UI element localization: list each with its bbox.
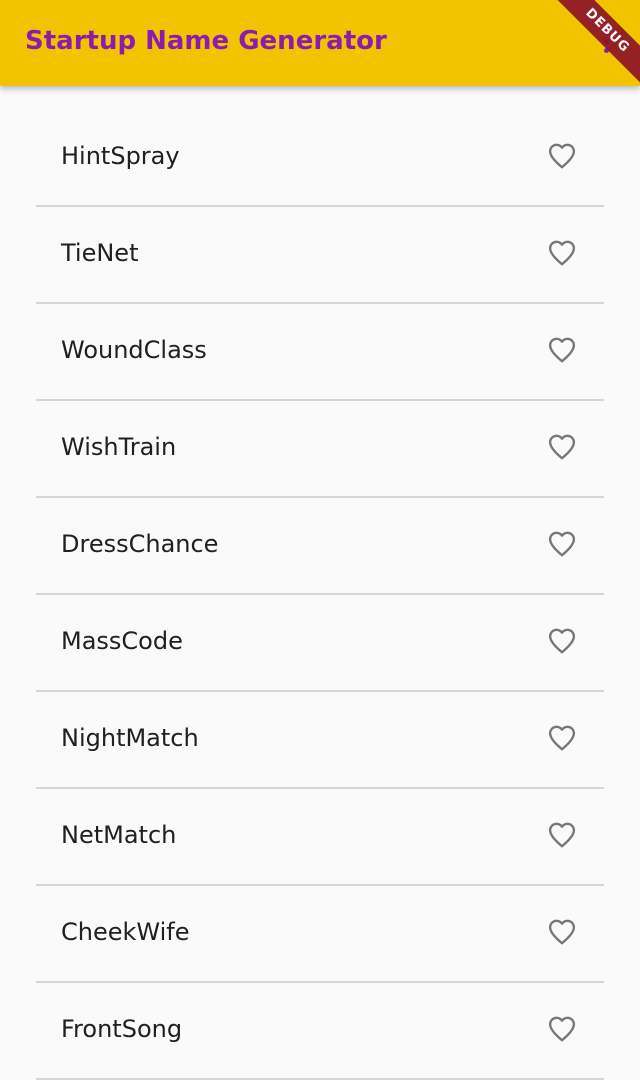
suggestion-list: HintSpray TieNet WoundClass WishTrain Dr… xyxy=(36,110,604,1080)
favorite-border-icon[interactable] xyxy=(546,238,578,268)
list-item-label: NetMatch xyxy=(61,821,177,849)
list-item[interactable]: MassCode xyxy=(36,595,604,692)
list-item-label: HintSpray xyxy=(61,142,180,170)
favorite-border-icon[interactable] xyxy=(546,723,578,753)
list-item[interactable]: WoundClass xyxy=(36,304,604,401)
list-item-label: DressChance xyxy=(61,530,219,558)
list-item[interactable]: HintSpray xyxy=(36,110,604,207)
favorite-border-icon[interactable] xyxy=(546,432,578,462)
list-item[interactable]: NetMatch xyxy=(36,789,604,886)
list-item-label: FrontSong xyxy=(61,1015,183,1043)
list-item-label: TieNet xyxy=(61,239,139,267)
list-item-label: MassCode xyxy=(61,627,183,655)
favorite-border-icon[interactable] xyxy=(546,917,578,947)
list-item-label: WoundClass xyxy=(61,336,207,364)
app-bar: Startup Name Generator DEBUG xyxy=(0,0,640,86)
favorite-border-icon[interactable] xyxy=(546,141,578,171)
list-item[interactable]: NightMatch xyxy=(36,692,604,789)
favorite-border-icon[interactable] xyxy=(546,529,578,559)
list-item[interactable]: TieNet xyxy=(36,207,604,304)
favorite-border-icon[interactable] xyxy=(546,335,578,365)
debug-banner: DEBUG xyxy=(544,0,640,86)
list-item[interactable]: DressChance xyxy=(36,498,604,595)
list-item[interactable]: WishTrain xyxy=(36,401,604,498)
list-item[interactable]: CheekWife xyxy=(36,886,604,983)
page-title: Startup Name Generator xyxy=(25,26,387,56)
list-item-label: NightMatch xyxy=(61,724,199,752)
list-item-label: CheekWife xyxy=(61,918,190,946)
favorite-border-icon[interactable] xyxy=(546,626,578,656)
favorite-border-icon[interactable] xyxy=(546,1014,578,1044)
list-item-label: WishTrain xyxy=(61,433,177,461)
favorite-border-icon[interactable] xyxy=(546,820,578,850)
